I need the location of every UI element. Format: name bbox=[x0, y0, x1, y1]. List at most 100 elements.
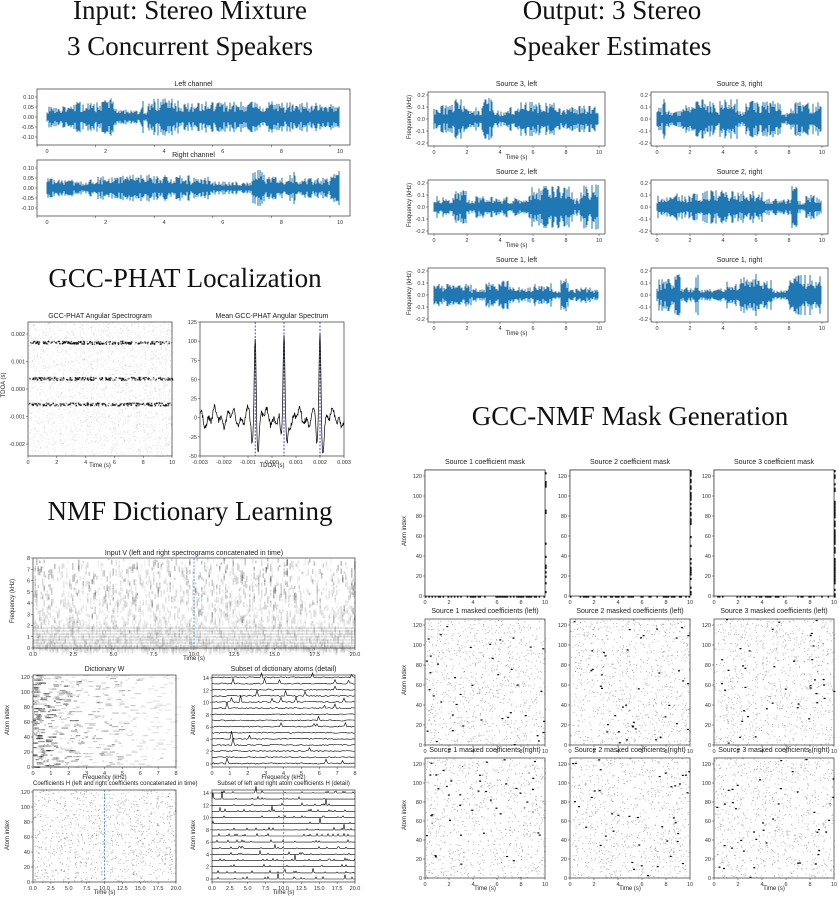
y-tick-label: 6 bbox=[27, 579, 30, 585]
y-tick-label: 14 bbox=[203, 676, 209, 682]
y-tick-label: 40 bbox=[416, 838, 422, 844]
heading-output-line2: Speaker Estimates bbox=[440, 30, 784, 62]
x-tick-label: 0 bbox=[423, 600, 426, 606]
y-tick-label: 0 bbox=[708, 743, 711, 749]
mask-s2: Source 2 coefficient mask 0 2 4 6 8 10 120 100 8… bbox=[558, 459, 693, 606]
y-tick-label: 80 bbox=[561, 800, 567, 806]
y-tick-label: 6 bbox=[206, 840, 209, 846]
x-tick-label: 10 bbox=[337, 220, 343, 226]
x-tick-label: 10 bbox=[819, 326, 825, 332]
y-tick-label: 120 bbox=[558, 762, 567, 768]
y-tick-label: 100 bbox=[702, 494, 711, 500]
nmf-v-xlabel: Time (s) bbox=[33, 656, 355, 662]
y-tick-label: 0.2 bbox=[417, 269, 425, 275]
mask-title: Source 2 coefficient mask bbox=[570, 458, 690, 467]
y-tick-label: -0.1 bbox=[639, 129, 648, 135]
heading-nmf: NMF Dictionary Learning bbox=[0, 495, 380, 527]
y-tick-label: 0.1 bbox=[417, 105, 425, 111]
y-tick-label: 40 bbox=[705, 703, 711, 709]
y-tick-label: 0.00 bbox=[23, 115, 34, 121]
y-tick-label: 25 bbox=[191, 397, 197, 403]
y-tick-label: 0 bbox=[564, 594, 567, 600]
masked-s1-right: Source 1 masked coefficients (right) 024… bbox=[402, 747, 548, 892]
x-tick-label: 8 bbox=[664, 600, 667, 606]
mask-xlabel: Time (s) bbox=[425, 886, 545, 892]
y-tick-label: -0.2 bbox=[639, 317, 648, 323]
y-tick-label: 40 bbox=[705, 554, 711, 560]
y-tick-label: -0.002 bbox=[9, 442, 25, 448]
x-tick-label: 0 bbox=[45, 220, 48, 226]
output-source3-right: Source 3, right 0 2 4 6 8 10 0.2 0.1 0.0 -0.1 -0.2 bbox=[639, 81, 829, 156]
output-xlabel: Time (s) bbox=[428, 243, 605, 249]
y-tick-label: 8 bbox=[206, 828, 209, 834]
y-tick-label: 60 bbox=[24, 835, 30, 841]
y-tick-label: 40 bbox=[561, 703, 567, 709]
y-tick-label: -0.1 bbox=[416, 129, 425, 135]
x-tick-label: 10 bbox=[831, 600, 837, 606]
y-tick-label: 100 bbox=[21, 805, 30, 811]
mask-svg: 0 2 4 6 8 10120100806040200 bbox=[413, 757, 548, 888]
y-tick-label: 80 bbox=[416, 800, 422, 806]
y-tick-label: 0.0 bbox=[640, 205, 648, 211]
y-tick-label: 0 bbox=[708, 876, 711, 882]
x-tick-label: 10 bbox=[687, 600, 693, 606]
input-right-title: Right channel bbox=[37, 151, 350, 160]
y-tick-label: 60 bbox=[705, 683, 711, 689]
mask-svg: 0 2 4 6 8 10120100806040200 bbox=[413, 618, 548, 755]
output-wave-svg: 0 2 4 6 8 100.20.10.0-0.1-0.2 bbox=[416, 91, 606, 156]
x-tick-label: 8 bbox=[519, 600, 522, 606]
y-tick-label: 0 bbox=[708, 594, 711, 600]
nmf-hd-xlabel: Time (s) bbox=[212, 890, 355, 896]
x-tick-label: 0 bbox=[712, 600, 715, 606]
y-tick-label: 80 bbox=[416, 514, 422, 520]
y-tick-label: 0.1 bbox=[640, 193, 648, 199]
y-tick-label: 20 bbox=[416, 857, 422, 863]
masked-s2-right: Source 2 masked coefficients (right) 024… bbox=[558, 747, 693, 892]
y-tick-label: 120 bbox=[558, 623, 567, 629]
y-tick-label: -0.10 bbox=[21, 135, 34, 141]
mask-svg: 0 2 4 6 8 10120100806040200 bbox=[558, 618, 693, 755]
y-tick-label: 4 bbox=[206, 852, 209, 858]
y-tick-label: 0.0 bbox=[640, 117, 648, 123]
plot-frame bbox=[569, 469, 691, 597]
gcc-spectrogram-xlabel: Time (s) bbox=[28, 463, 172, 469]
y-tick-label: 7 bbox=[27, 567, 30, 573]
y-tick-label: 0.2 bbox=[640, 269, 648, 275]
nmf-hd-ylabel: Atom index bbox=[191, 815, 197, 855]
y-tick-label: 60 bbox=[416, 683, 422, 689]
output-wave-svg: 0 2 4 6 8 100.20.10.0-0.1-0.2 bbox=[639, 179, 829, 244]
plot-frame bbox=[713, 757, 835, 879]
mask-svg: 0 2 4 6 8 10120100806040200 bbox=[702, 469, 837, 606]
nmf-h-ylabel: Atom index bbox=[5, 815, 11, 855]
y-tick-label: 0.0 bbox=[417, 205, 425, 211]
y-tick-label: 4 bbox=[206, 737, 209, 743]
plot-frame bbox=[424, 618, 546, 746]
x-tick-label: 4 bbox=[616, 600, 619, 606]
y-tick-label: 80 bbox=[705, 663, 711, 669]
y-tick-label: 0 bbox=[206, 762, 209, 768]
y-tick-label: 20 bbox=[705, 857, 711, 863]
y-tick-label: 100 bbox=[413, 494, 422, 500]
y-tick-label: 80 bbox=[416, 663, 422, 669]
nmf-w-svg: 0 1 2 3 4 5 6 7 8120100806040200 bbox=[21, 674, 183, 777]
y-tick-label: 10 bbox=[203, 701, 209, 707]
y-tick-label: -25 bbox=[189, 435, 197, 441]
output-ylabel: Frequency (kHz) bbox=[407, 175, 413, 235]
y-tick-label: 120 bbox=[413, 474, 422, 480]
y-tick-label: -0.2 bbox=[416, 317, 425, 323]
gcc-mean-xlabel: TDOA (s) bbox=[200, 463, 344, 469]
y-tick-label: 8 bbox=[27, 556, 30, 562]
output-ylabel: Frequency (kHz) bbox=[407, 263, 413, 323]
y-tick-label: -0.1 bbox=[639, 305, 648, 311]
x-tick-label: 2 bbox=[688, 326, 691, 332]
x-tick-label: 8 bbox=[787, 150, 790, 156]
y-tick-label: 0.0 bbox=[640, 293, 648, 299]
mask-title: Source 3 masked coefficients (right) bbox=[714, 746, 834, 755]
input-right-channel-plot: Right channel 0 2 4 6 8 10 0.10 0.05 0.00 -0.05 -0… bbox=[21, 152, 351, 226]
nmf-h-title: Coefficients H (left and right coefficie… bbox=[33, 780, 198, 789]
y-tick-label: 0 bbox=[419, 876, 422, 882]
y-tick-label: 40 bbox=[416, 703, 422, 709]
y-tick-label: 80 bbox=[561, 514, 567, 520]
gcc-spectrogram-title: GCC-PHAT Angular Spectrogram bbox=[28, 312, 172, 321]
y-tick-label: 14 bbox=[203, 791, 209, 797]
